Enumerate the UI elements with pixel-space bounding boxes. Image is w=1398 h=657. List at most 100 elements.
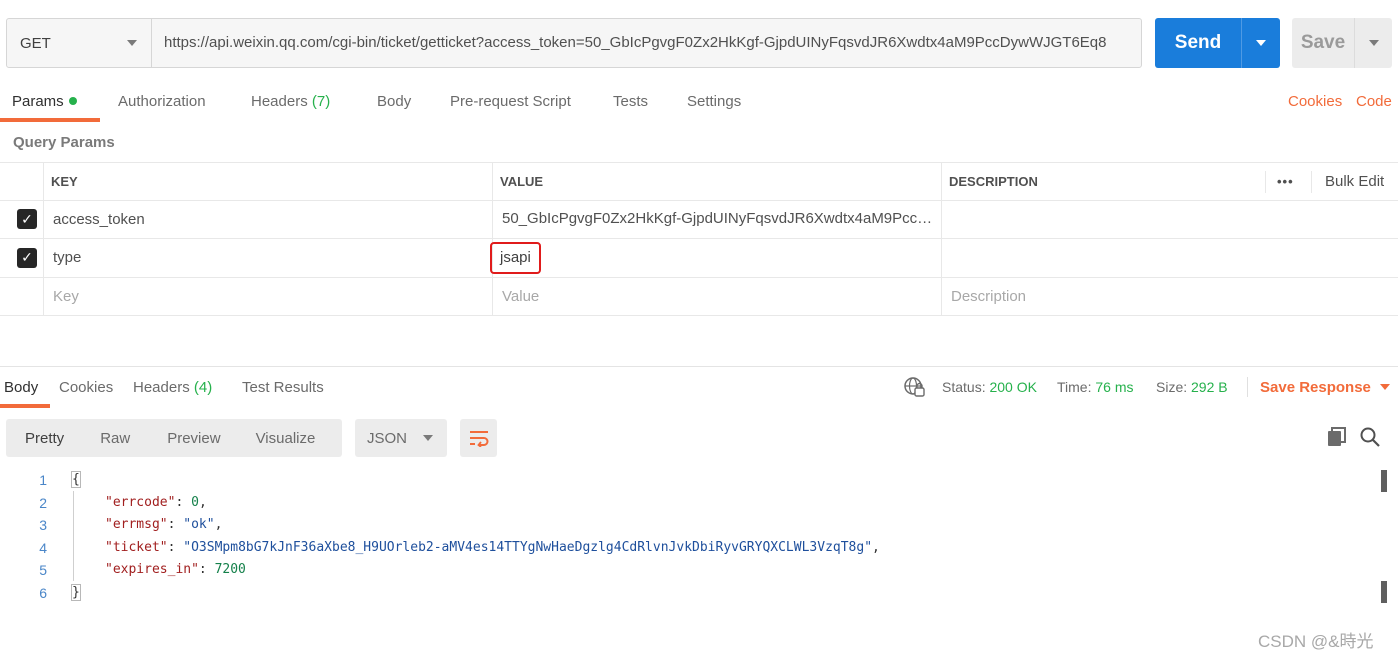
chevron-down-icon bbox=[1256, 40, 1266, 46]
code-link[interactable]: Code bbox=[1356, 82, 1392, 122]
json-value: 0 bbox=[191, 494, 199, 510]
response-tab-body[interactable]: Body bbox=[4, 367, 38, 408]
response-time[interactable]: Time: 76 ms bbox=[1057, 367, 1134, 408]
checkmark-icon: ✓ bbox=[17, 247, 37, 268]
response-tab-test-results[interactable]: Test Results bbox=[242, 367, 324, 408]
checkmark-icon: ✓ bbox=[17, 209, 37, 230]
wrap-lines-button[interactable] bbox=[460, 419, 497, 457]
response-tab-cookies[interactable]: Cookies bbox=[59, 367, 113, 408]
json-value: "ok" bbox=[183, 517, 215, 533]
scrollbar-marker-top[interactable] bbox=[1381, 470, 1387, 492]
view-visualize[interactable]: Visualize bbox=[221, 430, 316, 447]
json-key: "errmsg" bbox=[105, 517, 168, 533]
tab-settings[interactable]: Settings bbox=[687, 82, 741, 122]
table-header-row: KEY VALUE DESCRIPTION ••• Bulk Edit bbox=[0, 162, 1398, 201]
tab-authorization[interactable]: Authorization bbox=[118, 82, 206, 122]
save-button[interactable]: Save bbox=[1292, 18, 1392, 68]
line-number: 6 bbox=[39, 584, 47, 601]
table-row-empty: Key Value Description bbox=[0, 277, 1398, 316]
format-label: JSON bbox=[367, 429, 408, 447]
json-value: "O3SMpm8bG7kJnF36aXbe8_H9UOrleb2-aMV4es1… bbox=[183, 539, 873, 555]
chevron-down-icon bbox=[1368, 40, 1379, 46]
view-pretty[interactable]: Pretty bbox=[6, 430, 64, 447]
method-label: GET bbox=[20, 34, 51, 52]
new-description-input[interactable]: Description bbox=[951, 278, 1026, 316]
param-key[interactable]: access_token bbox=[53, 201, 145, 239]
query-params-table: KEY VALUE DESCRIPTION ••• Bulk Edit ✓ ac… bbox=[0, 162, 1398, 316]
chevron-down-icon bbox=[1379, 384, 1390, 391]
json-key: "errcode" bbox=[105, 494, 176, 510]
request-url-bar: GET https://api.weixin.qq.com/cgi-bin/ti… bbox=[6, 18, 1142, 68]
line-number: 5 bbox=[39, 562, 47, 579]
line-number: 4 bbox=[39, 539, 47, 556]
column-header-description: DESCRIPTION bbox=[949, 173, 1038, 189]
save-response-label: Save Response bbox=[1260, 379, 1371, 396]
scrollbar-marker-bottom[interactable] bbox=[1381, 581, 1387, 603]
wrap-lines-icon bbox=[469, 431, 488, 447]
new-value-input[interactable]: Value bbox=[502, 278, 539, 316]
more-options-icon[interactable]: ••• bbox=[1277, 163, 1294, 200]
code-line: 6 } bbox=[0, 582, 1380, 605]
json-open-brace: { bbox=[71, 471, 81, 488]
tab-headers-label: Headers bbox=[251, 93, 308, 110]
response-size[interactable]: Size: 292 B bbox=[1156, 367, 1228, 408]
format-select[interactable]: JSON bbox=[355, 419, 447, 457]
status-value: 200 OK bbox=[989, 379, 1037, 395]
request-tabs: Params Authorization Headers (7) Body Pr… bbox=[0, 82, 1398, 122]
code-line: 2 "errcode": 0, bbox=[0, 492, 1380, 515]
url-input[interactable]: https://api.weixin.qq.com/cgi-bin/ticket… bbox=[152, 19, 1141, 67]
line-number: 3 bbox=[39, 517, 47, 534]
save-response-button[interactable]: Save Response bbox=[1260, 367, 1390, 408]
response-tabs: Body Cookies Headers (4) Test Results St… bbox=[0, 366, 1398, 408]
response-headers-count: (4) bbox=[193, 379, 213, 396]
globe-network-icon[interactable] bbox=[903, 367, 925, 408]
response-body-code[interactable]: 1 { 2 "errcode": 0, 3 "errmsg": "ok", 4 … bbox=[0, 469, 1380, 605]
highlighted-value: jsapi bbox=[490, 241, 541, 274]
code-line: 1 { bbox=[0, 469, 1380, 492]
params-active-dot bbox=[68, 97, 77, 106]
method-select[interactable]: GET bbox=[7, 19, 152, 67]
tab-prerequest-script[interactable]: Pre-request Script bbox=[450, 82, 571, 122]
copy-icon[interactable] bbox=[1325, 425, 1349, 449]
bulk-edit-button[interactable]: Bulk Edit bbox=[1325, 163, 1384, 200]
search-icon[interactable] bbox=[1358, 425, 1382, 449]
cookies-link[interactable]: Cookies bbox=[1288, 82, 1342, 122]
save-options-button[interactable] bbox=[1354, 18, 1392, 68]
send-label: Send bbox=[1174, 32, 1222, 53]
status-label: Status: bbox=[942, 379, 986, 395]
table-row: ✓ type jsapi bbox=[0, 239, 1398, 278]
watermark: CSDN @&時光 bbox=[1258, 632, 1374, 651]
tab-tests[interactable]: Tests bbox=[613, 82, 648, 122]
row-checkbox[interactable]: ✓ bbox=[17, 201, 37, 239]
save-label: Save bbox=[1300, 32, 1346, 53]
tab-params[interactable]: Params bbox=[12, 82, 77, 122]
new-key-input[interactable]: Key bbox=[53, 278, 79, 316]
tab-body[interactable]: Body bbox=[377, 82, 411, 122]
send-button[interactable]: Send bbox=[1155, 18, 1280, 68]
headers-count: (7) bbox=[311, 93, 331, 110]
tab-headers[interactable]: Headers (7) bbox=[251, 82, 330, 122]
column-header-key: KEY bbox=[51, 173, 78, 189]
status-divider bbox=[1247, 377, 1248, 397]
row-checkbox[interactable]: ✓ bbox=[17, 239, 37, 277]
view-preview[interactable]: Preview bbox=[130, 430, 220, 447]
response-tab-headers[interactable]: Headers (4) bbox=[133, 367, 212, 408]
param-value[interactable]: jsapi bbox=[490, 239, 541, 277]
line-number: 1 bbox=[39, 472, 47, 488]
json-close-brace: } bbox=[71, 583, 81, 601]
send-options-button[interactable] bbox=[1241, 18, 1280, 68]
code-line: 5 "expires_in": 7200 bbox=[0, 559, 1380, 582]
response-status[interactable]: Status: 200 OK bbox=[942, 367, 1037, 408]
param-key[interactable]: type bbox=[53, 239, 81, 277]
json-key: "ticket" bbox=[105, 539, 168, 555]
query-params-title: Query Params bbox=[13, 134, 115, 151]
tab-active-indicator bbox=[0, 118, 100, 122]
param-value[interactable]: 50_GbIcPgvgF0Zx2HkKgf-GjpdUINyFqsvdJR6Xw… bbox=[502, 201, 936, 239]
size-label: Size: bbox=[1156, 379, 1188, 395]
column-header-value: VALUE bbox=[500, 173, 544, 189]
view-mode-group: Pretty Raw Preview Visualize bbox=[6, 419, 342, 457]
view-raw[interactable]: Raw bbox=[64, 430, 130, 447]
response-headers-label: Headers bbox=[133, 379, 190, 396]
table-row: ✓ access_token 50_GbIcPgvgF0Zx2HkKgf-Gjp… bbox=[0, 200, 1398, 239]
param-value-text: 50_GbIcPgvgF0Zx2HkKgf-GjpdUINyFqsvdJR6Xw… bbox=[502, 210, 936, 228]
